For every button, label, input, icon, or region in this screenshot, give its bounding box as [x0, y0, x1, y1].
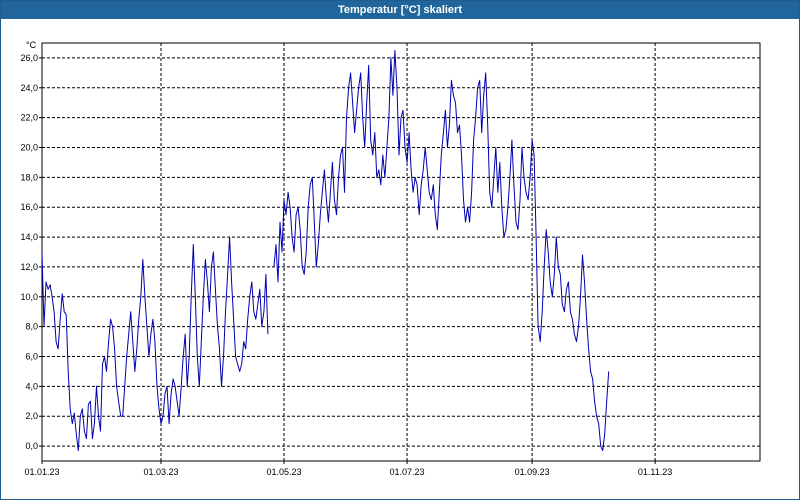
x-tick-label: 01.01.23	[24, 467, 59, 477]
y-tick-label: 2,0	[25, 411, 38, 421]
chart-svg: °C 0,0 2,0 4,0 6,0 8,0 10,0 12,0 14,0 16,0 18,0 20…	[20, 40, 761, 477]
y-tick-label: 18,0	[20, 172, 38, 182]
window-title: Temperatur [°C] skaliert	[1, 1, 799, 19]
y-tick-label: 8,0	[25, 322, 38, 332]
y-tick-label: 6,0	[25, 352, 38, 362]
y-tick-label: 16,0	[20, 202, 38, 212]
y-axis-unit: °C	[26, 40, 37, 50]
y-tick-label: 10,0	[20, 292, 38, 302]
y-tick-label: 26,0	[20, 53, 38, 63]
y-tick-label: 22,0	[20, 113, 38, 123]
y-tick-label: 0,0	[25, 441, 38, 451]
y-tick-label: 20,0	[20, 143, 38, 153]
chart-window: Temperatur [°C] skaliert °C 0,0 2,0 4,0 6,0…	[0, 0, 800, 500]
y-tick-label: 4,0	[25, 381, 38, 391]
y-tick-label: 12,0	[20, 262, 38, 272]
y-tick-label: 24,0	[20, 83, 38, 93]
x-tick-label: 01.11.23	[638, 467, 672, 477]
x-tick-label: 01.03.23	[143, 467, 178, 477]
x-tick-label: 01.07.23	[390, 467, 425, 477]
x-tick-label: 01.09.23	[515, 467, 550, 477]
plot-area	[41, 42, 761, 462]
y-tick-label: 14,0	[20, 232, 38, 242]
x-tick-label: 01.05.23	[266, 467, 301, 477]
